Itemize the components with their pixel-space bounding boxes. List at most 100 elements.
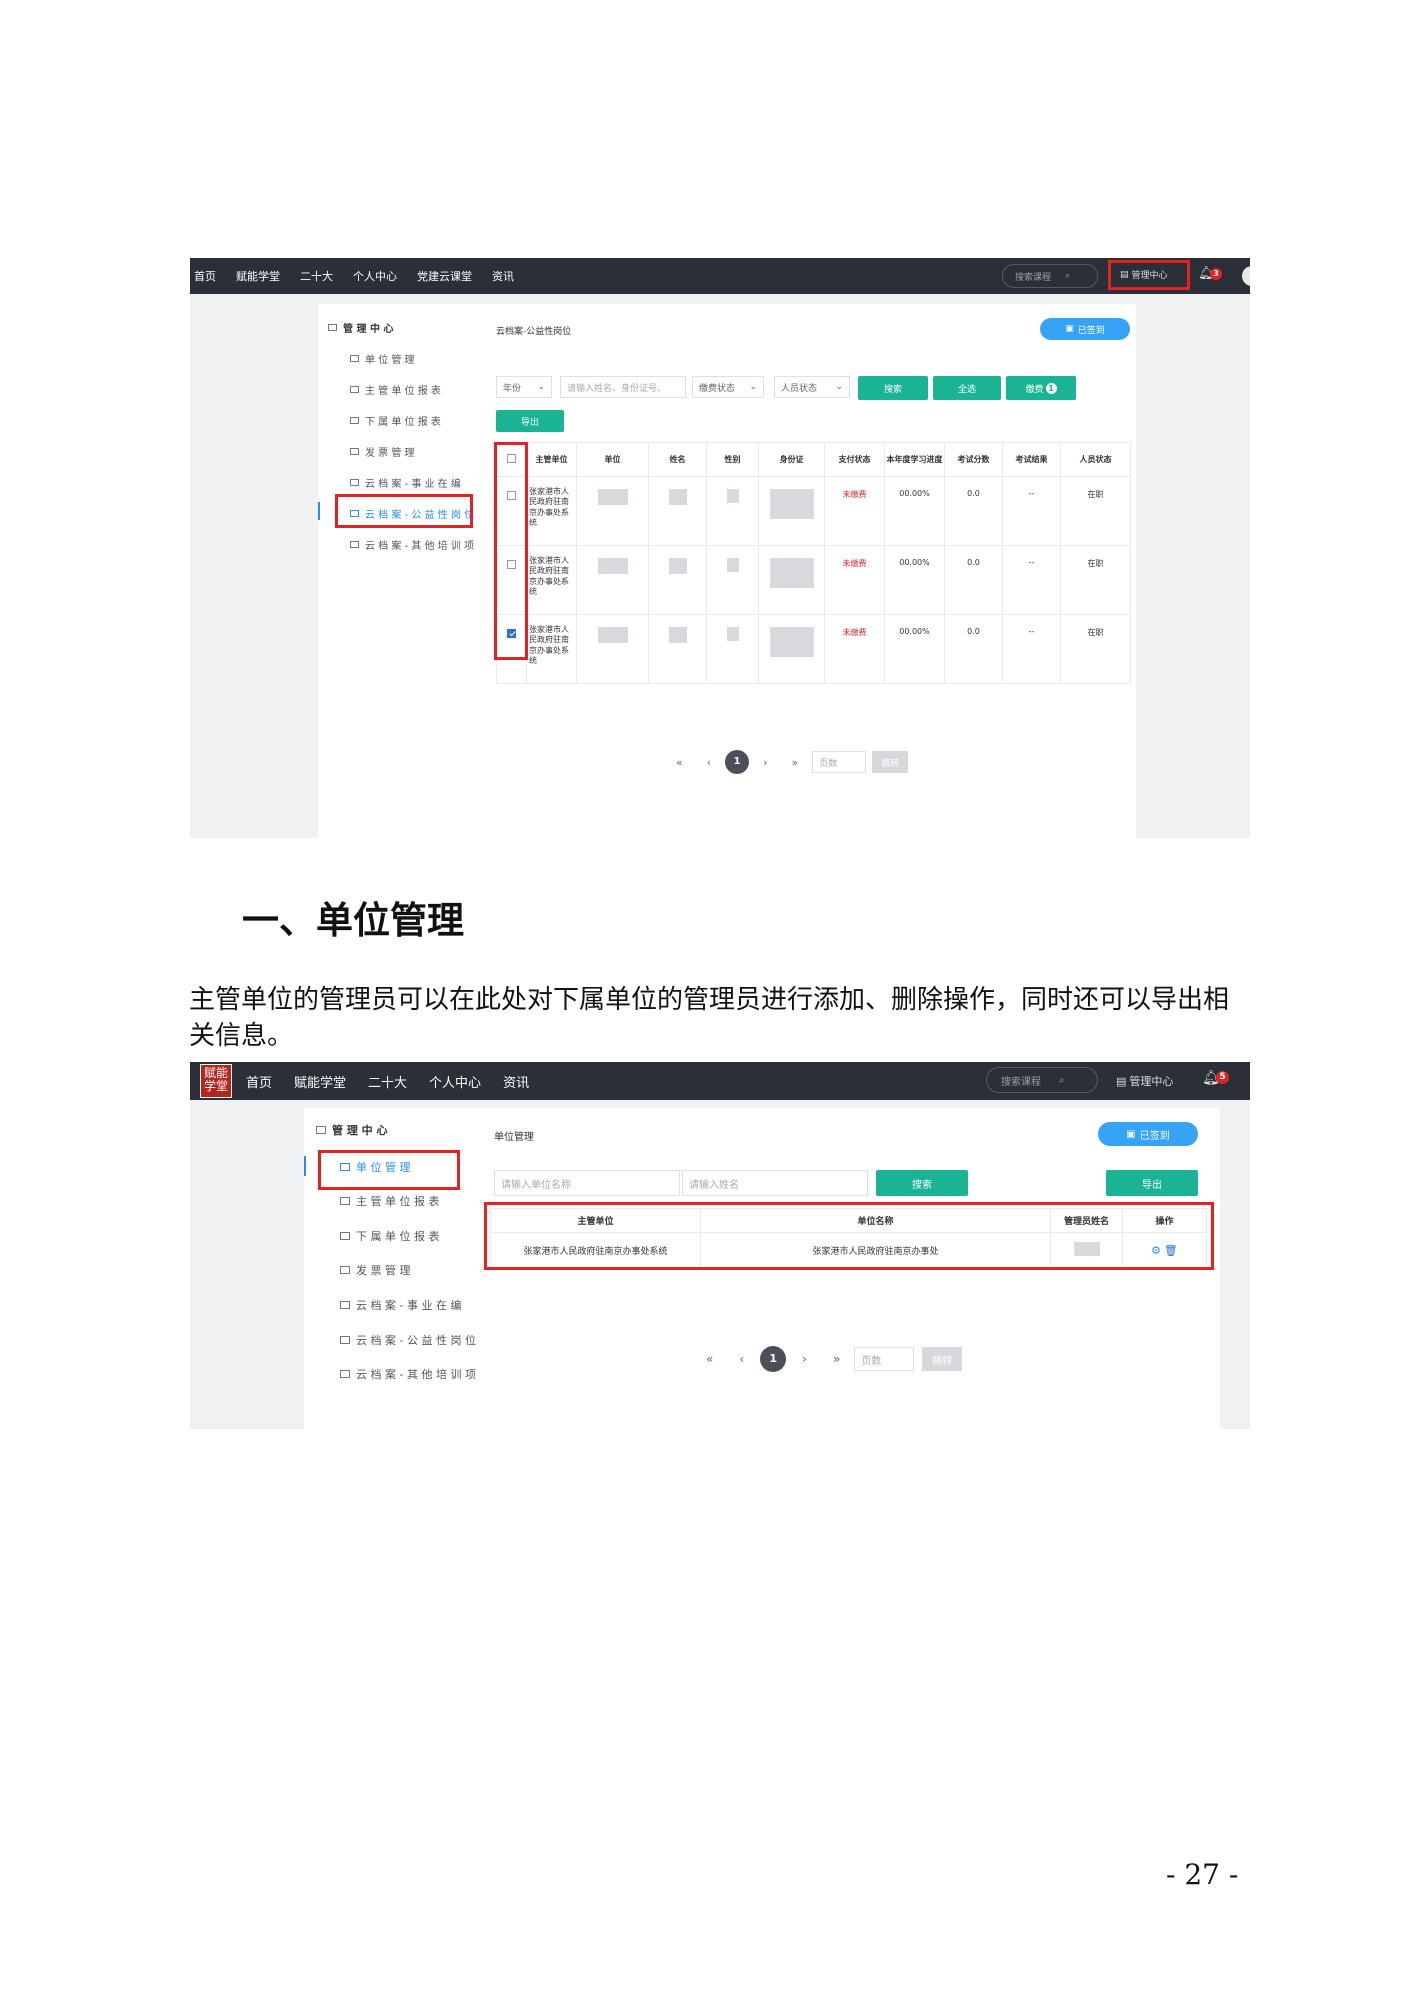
sidebar-item-archive-public-welfare[interactable]: 云 档 案 - 公 益 性 岗 位 [340,1332,476,1348]
next-page-button[interactable]: › [802,1352,807,1366]
screenshot-unit-management: 赋能学堂 首页 赋能学堂 二十大 个人中心 资讯 搜索课程 ⌕ ▤ 管理中心 🔔… [190,1062,1250,1429]
signed-in-button[interactable]: ▣ 已签到 [1098,1122,1198,1146]
nav-party-cloud-class[interactable]: 党建云课堂 [417,268,472,284]
row-checkbox[interactable] [507,560,516,569]
breadcrumb: 云档案-公益性岗位 [496,327,572,337]
nav-empower-school[interactable]: 赋能学堂 [294,1072,346,1091]
cell-pay-status: 未缴费 [824,476,885,546]
table-icon [340,1266,350,1274]
delete-icon[interactable]: 🗑︎ [1164,1244,1178,1257]
sidebar-item-unit-management[interactable]: 单 位 管 理 [340,1159,411,1175]
year-select[interactable]: 年份 ⌄ [496,376,552,398]
signed-in-button[interactable]: ▣ 已签到 [1040,318,1130,340]
last-page-button[interactable]: » [833,1352,840,1366]
select-all-checkbox[interactable] [507,454,516,463]
name-idcard-input[interactable]: 请输入姓名、身份证号、 [560,376,686,398]
jump-button[interactable]: 跳转 [872,751,909,773]
nav-home[interactable]: 首页 [194,268,216,284]
logo: 赋能学堂 [200,1064,232,1098]
management-center-link[interactable]: ▤ 管理中心 [1116,1073,1173,1089]
nav-news[interactable]: 资讯 [503,1072,529,1091]
current-page[interactable]: 1 [760,1346,787,1372]
nav-personal-center[interactable]: 个人中心 [429,1072,481,1091]
redacted-value [597,627,628,643]
book-icon: ▤ [1116,1074,1127,1088]
next-page-button[interactable]: › [763,756,767,769]
course-search-input[interactable]: 搜索课程 ⌕ [1002,264,1098,288]
table-icon [350,448,359,455]
export-button[interactable]: 导出 [496,410,564,432]
col-unit: 单位 [576,442,649,477]
sidebar-item-archive-public-welfare[interactable]: 云 档 案 - 公 益 性 岗 位 [350,506,474,521]
export-button[interactable]: 导出 [1106,1170,1198,1196]
calendar-icon: ▣ [1065,324,1074,334]
fee-status-select[interactable]: 缴费状态 ⌄ [692,376,764,398]
table-icon [350,417,359,424]
cell-score: 0.0 [944,545,1003,615]
nav-news[interactable]: 资讯 [492,268,514,284]
col-supervisor-unit: 主管单位 [490,1208,701,1233]
nav-personal-center[interactable]: 个人中心 [353,268,397,284]
sidebar-item-archive-other-training[interactable]: 云 档 案 - 其 他 培 训 项 目 [350,537,487,552]
col-supervisor-unit: 主管单位 [526,442,577,477]
admin-name-input[interactable]: 请输入姓名 [682,1170,868,1196]
current-page[interactable]: 1 [725,750,750,774]
last-page-button[interactable]: » [792,756,799,769]
management-center-label: 管理中心 [1129,1075,1174,1088]
table-row: 张家港市人民政府驻南京办事处系统 未缴费 00.00% 0.0 -- 在职 [496,476,1131,546]
redacted-value [769,489,814,519]
nav-twentieth[interactable]: 二十大 [300,268,333,284]
nav-home[interactable]: 首页 [246,1072,272,1091]
row-checkbox[interactable] [507,491,516,500]
sidebar-item-subordinate-report[interactable]: 下 属 单 位 报 表 [340,1228,439,1244]
main-panel: 单位管理 ▣ 已签到 请输入单位名称 请输入姓名 搜索 导出 主管单位 单位名称 … [480,1108,1220,1429]
page-number-input[interactable]: 页数 [812,751,867,773]
cell-supervisor-unit: 张家港市人民政府驻南京办事处系统 [526,545,577,615]
sidebar-item-archive-staff[interactable]: 云 档 案 - 事 业 在 编 [340,1297,461,1313]
table-icon [340,1301,350,1309]
settings-icon[interactable]: ⚙ [1151,1244,1161,1257]
jump-button[interactable]: 跳转 [922,1347,963,1371]
select-all-button[interactable]: 全选 [933,376,1001,400]
redacted-value [726,558,739,572]
first-page-button[interactable]: « [706,1352,713,1366]
col-person-status: 人员状态 [1060,442,1131,477]
sidebar-item-unit-management[interactable]: 单 位 管 理 [350,351,415,366]
unit-name-input[interactable]: 请输入单位名称 [494,1170,680,1196]
cell-pay-status: 未缴费 [824,545,885,615]
redacted-value [769,558,814,588]
search-button[interactable]: 搜索 [858,376,928,400]
sidebar-item-subordinate-report[interactable]: 下 属 单 位 报 表 [350,413,441,428]
col-exam-score: 考试分数 [944,442,1003,477]
col-actions: 操作 [1122,1208,1207,1233]
search-button[interactable]: 搜索 [876,1170,968,1196]
avatar[interactable] [1242,266,1250,286]
prev-page-button[interactable]: ‹ [739,1352,744,1366]
row-checkbox-checked[interactable] [507,629,516,638]
course-search-input[interactable]: 搜索课程 ⌕ [986,1067,1098,1093]
sidebar-item-archive-other-training[interactable]: 云 档 案 - 其 他 培 训 项 目 [340,1366,490,1382]
nav-empower-school[interactable]: 赋能学堂 [236,268,280,284]
first-page-button[interactable]: « [676,756,683,769]
top-navbar: 赋能学堂 首页 赋能学堂 二十大 个人中心 资讯 搜索课程 ⌕ ▤ 管理中心 🔔… [190,1062,1250,1100]
sidebar-item-invoice-management[interactable]: 发 票 管 理 [340,1262,411,1278]
page-number-input[interactable]: 页数 [854,1347,915,1371]
header-checkbox-cell[interactable] [496,442,527,477]
prev-page-button[interactable]: ‹ [707,756,711,769]
sidebar-item-archive-staff[interactable]: 云 档 案 - 事 业 在 编 [350,475,461,490]
table-icon [340,1370,350,1378]
sidebar-item-supervisor-report[interactable]: 主 管 单 位 报 表 [340,1193,439,1209]
cell-person-status: 在职 [1060,476,1131,546]
search-placeholder: 搜索课程 [1015,272,1052,283]
table-icon [340,1163,350,1171]
pay-button[interactable]: 缴费 1 [1006,376,1076,400]
table-icon [350,386,359,393]
nav-twentieth[interactable]: 二十大 [368,1072,407,1091]
table-row: 张家港市人民政府驻南京办事处系统 张家港市人民政府驻南京办事处 ⚙ 🗑︎ [490,1232,1207,1269]
sidebar-item-supervisor-report[interactable]: 主 管 单 位 报 表 [350,382,441,397]
sidebar-item-invoice-management[interactable]: 发 票 管 理 [350,444,415,459]
section-paragraph: 主管单位的管理员可以在此处对下属单位的管理员进行添加、删除操作，同时还可以导出相… [189,985,1230,1051]
cell-result: -- [1002,614,1061,684]
person-status-select[interactable]: 人员状态 ⌄ [774,376,850,398]
management-center-link[interactable]: ▤ 管理中心 [1120,268,1168,282]
